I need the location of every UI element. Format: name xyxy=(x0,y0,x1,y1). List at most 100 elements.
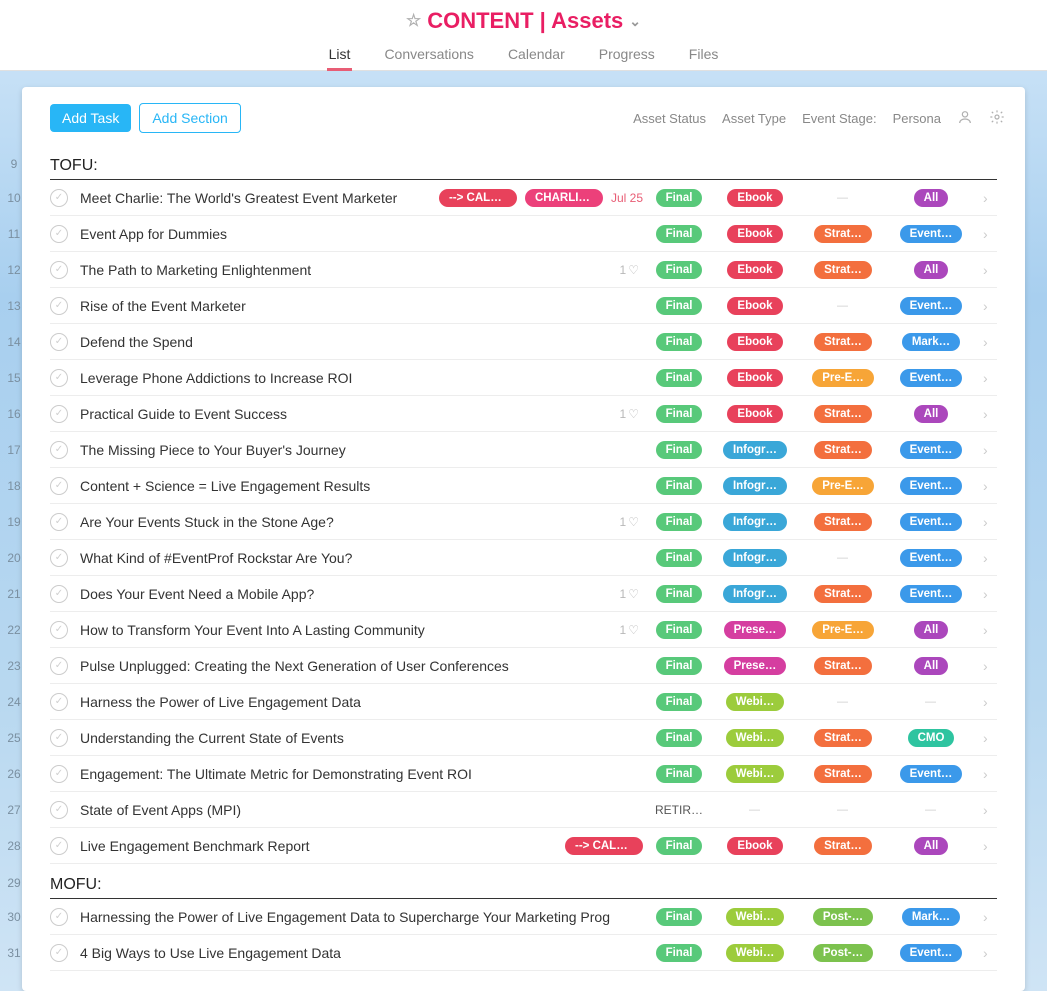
event-stage-pill[interactable]: Pre-E… xyxy=(812,369,874,387)
asset-status-pill[interactable]: Final xyxy=(656,225,703,243)
filter-asset-status[interactable]: Asset Status xyxy=(633,111,706,126)
asset-status-pill[interactable]: Final xyxy=(656,441,703,459)
complete-check-icon[interactable]: ✓ xyxy=(50,441,68,459)
complete-check-icon[interactable]: ✓ xyxy=(50,837,68,855)
chevron-right-icon[interactable]: › xyxy=(983,838,993,854)
tab-conversations[interactable]: Conversations xyxy=(382,40,476,70)
asset-status-pill[interactable]: Final xyxy=(656,837,703,855)
complete-check-icon[interactable]: ✓ xyxy=(50,405,68,423)
complete-check-icon[interactable]: ✓ xyxy=(50,189,68,207)
persona-pill[interactable]: All xyxy=(914,837,949,855)
filter-persona[interactable]: Persona xyxy=(893,111,941,126)
chevron-right-icon[interactable]: › xyxy=(983,622,993,638)
asset-type-pill[interactable]: Webi… xyxy=(726,765,785,783)
complete-check-icon[interactable]: ✓ xyxy=(50,908,68,926)
asset-status-pill[interactable]: Final xyxy=(656,333,703,351)
asset-type-pill[interactable]: Infogr… xyxy=(723,585,787,603)
asset-type-pill[interactable]: Infogr… xyxy=(723,513,787,531)
event-stage-pill[interactable]: Strat… xyxy=(814,261,872,279)
task-row[interactable]: 15✓Leverage Phone Addictions to Increase… xyxy=(50,360,997,396)
persona-pill[interactable]: Mark… xyxy=(902,333,960,351)
task-name[interactable]: Content + Science = Live Engagement Resu… xyxy=(80,478,370,494)
task-row[interactable]: 20✓What Kind of #EventProf Rockstar Are … xyxy=(50,540,997,576)
complete-check-icon[interactable]: ✓ xyxy=(50,657,68,675)
like-count[interactable]: 1 ♡ xyxy=(620,515,639,529)
event-stage-pill[interactable]: Pre-E… xyxy=(812,477,874,495)
task-name[interactable]: Practical Guide to Event Success xyxy=(80,406,287,422)
like-count[interactable]: 1 ♡ xyxy=(620,263,639,277)
add-section-button[interactable]: Add Section xyxy=(139,103,241,133)
tab-progress[interactable]: Progress xyxy=(597,40,657,70)
event-stage-pill[interactable]: Strat… xyxy=(814,657,872,675)
event-stage-pill[interactable]: Strat… xyxy=(814,405,872,423)
chevron-right-icon[interactable]: › xyxy=(983,226,993,242)
event-stage-pill[interactable]: Post-… xyxy=(813,944,873,962)
task-row[interactable]: 27✓State of Event Apps (MPI)RETIR…———› xyxy=(50,792,997,828)
event-stage-pill[interactable]: Strat… xyxy=(814,585,872,603)
chevron-right-icon[interactable]: › xyxy=(983,766,993,782)
chevron-right-icon[interactable]: › xyxy=(983,190,993,206)
persona-pill[interactable]: Event… xyxy=(900,477,963,495)
task-name[interactable]: The Missing Piece to Your Buyer's Journe… xyxy=(80,442,346,458)
persona-pill[interactable]: Event… xyxy=(900,585,963,603)
complete-check-icon[interactable]: ✓ xyxy=(50,369,68,387)
chevron-right-icon[interactable]: › xyxy=(983,909,993,925)
asset-type-pill[interactable]: Ebook xyxy=(727,837,782,855)
asset-type-pill[interactable]: Prese… xyxy=(724,657,787,675)
complete-check-icon[interactable]: ✓ xyxy=(50,333,68,351)
persona-pill[interactable]: All xyxy=(914,657,949,675)
complete-check-icon[interactable]: ✓ xyxy=(50,513,68,531)
section-header[interactable]: 9TOFU: xyxy=(50,151,997,180)
like-count[interactable]: 1 ♡ xyxy=(620,407,639,421)
persona-pill[interactable]: Event… xyxy=(900,297,963,315)
task-row[interactable]: 21✓Does Your Event Need a Mobile App?1 ♡… xyxy=(50,576,997,612)
task-row[interactable]: 19✓Are Your Events Stuck in the Stone Ag… xyxy=(50,504,997,540)
asset-type-pill[interactable]: Ebook xyxy=(727,369,782,387)
chevron-right-icon[interactable]: › xyxy=(983,370,993,386)
chevron-right-icon[interactable]: › xyxy=(983,730,993,746)
gear-icon[interactable] xyxy=(989,109,1005,128)
asset-status-pill[interactable]: Final xyxy=(656,189,703,207)
task-name[interactable]: How to Transform Your Event Into A Lasti… xyxy=(80,622,425,638)
persona-pill[interactable]: Event… xyxy=(900,225,963,243)
task-name[interactable]: Harness the Power of Live Engagement Dat… xyxy=(80,694,361,710)
like-count[interactable]: 1 ♡ xyxy=(620,623,639,637)
chevron-right-icon[interactable]: › xyxy=(983,406,993,422)
asset-type-pill[interactable]: Ebook xyxy=(727,189,782,207)
asset-type-pill[interactable]: Webi… xyxy=(726,693,785,711)
event-stage-pill[interactable]: Strat… xyxy=(814,441,872,459)
event-stage-pill[interactable]: Strat… xyxy=(814,333,872,351)
persona-pill[interactable]: Event… xyxy=(900,549,963,567)
task-name[interactable]: Leverage Phone Addictions to Increase RO… xyxy=(80,370,352,386)
filter-asset-type[interactable]: Asset Type xyxy=(722,111,786,126)
chevron-right-icon[interactable]: › xyxy=(983,478,993,494)
asset-type-pill[interactable]: Ebook xyxy=(727,333,782,351)
task-row[interactable]: 23✓Pulse Unplugged: Creating the Next Ge… xyxy=(50,648,997,684)
like-count[interactable]: 1 ♡ xyxy=(620,587,639,601)
task-row[interactable]: 14✓Defend the SpendFinalEbookStrat…Mark…… xyxy=(50,324,997,360)
star-icon[interactable]: ☆ xyxy=(406,11,421,31)
persona-pill[interactable]: All xyxy=(914,189,949,207)
chevron-right-icon[interactable]: › xyxy=(983,550,993,566)
chevron-right-icon[interactable]: › xyxy=(983,514,993,530)
event-stage-pill[interactable]: Strat… xyxy=(814,837,872,855)
asset-type-pill[interactable]: Prese… xyxy=(724,621,787,639)
persona-pill[interactable]: All xyxy=(914,621,949,639)
add-task-button[interactable]: Add Task xyxy=(50,104,131,132)
persona-pill[interactable]: All xyxy=(914,405,949,423)
tab-calendar[interactable]: Calendar xyxy=(506,40,567,70)
chevron-right-icon[interactable]: › xyxy=(983,586,993,602)
persona-pill[interactable]: Event… xyxy=(900,765,963,783)
tab-list[interactable]: List xyxy=(327,40,353,70)
task-name[interactable]: Event App for Dummies xyxy=(80,226,227,242)
asset-type-pill[interactable]: Ebook xyxy=(727,225,782,243)
asset-type-pill[interactable]: Infogr… xyxy=(723,441,787,459)
asset-type-pill[interactable]: Ebook xyxy=(727,261,782,279)
persona-pill[interactable]: Event… xyxy=(900,513,963,531)
complete-check-icon[interactable]: ✓ xyxy=(50,549,68,567)
complete-check-icon[interactable]: ✓ xyxy=(50,765,68,783)
complete-check-icon[interactable]: ✓ xyxy=(50,225,68,243)
persona-pill[interactable]: CMO xyxy=(908,729,955,747)
asset-status-pill[interactable]: Final xyxy=(656,261,703,279)
task-row[interactable]: 12✓The Path to Marketing Enlightenment1 … xyxy=(50,252,997,288)
